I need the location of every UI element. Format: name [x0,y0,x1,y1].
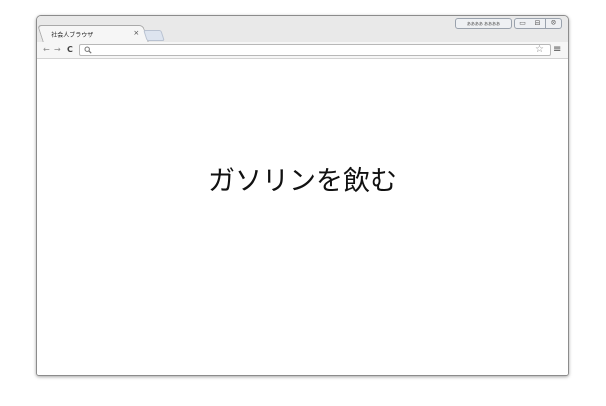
new-tab-button[interactable] [143,30,165,41]
browser-tab[interactable]: 社会人ブラウザ × [37,25,150,43]
page-content: ガソリンを飲む [37,59,568,375]
close-window-button[interactable]: ꕕ [546,18,562,29]
tab-title: 社会人ブラウザ [51,32,94,39]
minimize-button[interactable]: ▭ [514,18,531,29]
profile-button[interactable]: ああああ ああああ [455,18,512,29]
menu-icon[interactable]: ≡ [553,44,561,55]
maximize-button[interactable]: ⊟ [530,18,546,29]
page-headline: ガソリンを飲む [208,166,397,197]
reload-button[interactable]: C [67,44,73,55]
search-icon [84,46,92,54]
title-bar: 社会人ブラウザ × ああああ ああああ ▭ ⊟ ꕕ [37,16,568,43]
navigation-toolbar: ← → C ☆ ≡ [37,42,568,59]
back-button[interactable]: ← [43,44,50,55]
forward-button[interactable]: → [54,44,61,55]
browser-window: 社会人ブラウザ × ああああ ああああ ▭ ⊟ ꕕ ← → C ☆ ≡ ガソリン… [36,15,569,376]
bookmark-star-icon[interactable]: ☆ [535,44,544,55]
address-bar[interactable] [79,44,551,56]
tab-close-button[interactable]: × [133,29,139,37]
